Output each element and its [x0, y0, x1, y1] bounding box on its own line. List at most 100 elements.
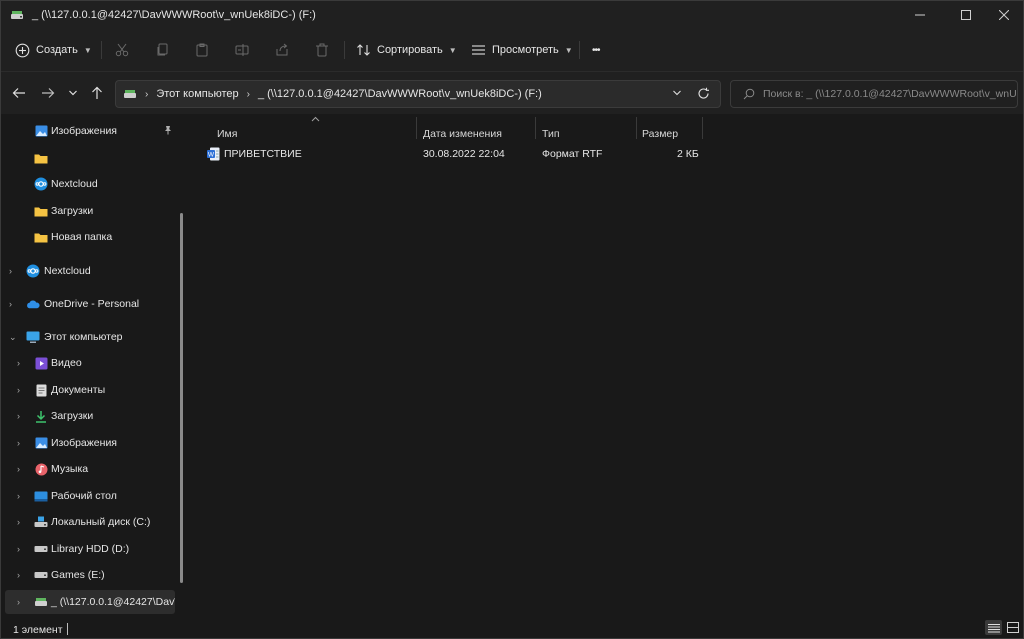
search-box[interactable]: Поиск в: _ (\\127.0.0.1@42427\DavWWWRoot… [730, 80, 1018, 108]
sidebar-item-documents[interactable]: › Документы [1, 378, 179, 402]
column-header-modified[interactable]: Дата изменения [423, 128, 502, 140]
sort-button[interactable]: Сортировать ▼ [356, 37, 457, 63]
nextcloud-icon [26, 264, 40, 278]
sidebar-item-this-pc[interactable]: ⌄ Этот компьютер [1, 325, 179, 349]
table-row[interactable]: W ПРИВЕТСТВИЕ 30.08.2022 22:04 Формат RT… [205, 144, 705, 164]
rtf-file-icon: W [207, 147, 220, 161]
column-divider[interactable] [636, 117, 637, 139]
svg-text:W: W [208, 152, 215, 159]
expand-chevron-icon[interactable]: › [17, 385, 27, 395]
view-button[interactable]: Просмотреть ▼ [471, 37, 573, 63]
network-drive-icon [34, 595, 48, 609]
sidebar-item-videos[interactable]: › Видео [1, 351, 179, 375]
breadcrumb-chevron-icon: › [145, 88, 149, 100]
item-count: 1 элемент [13, 624, 63, 636]
sidebar-item-desktop[interactable]: › Рабочий стол [1, 484, 179, 508]
expand-chevron-icon[interactable]: › [9, 299, 19, 309]
details-view-icon[interactable] [985, 620, 1002, 635]
back-arrow-icon[interactable] [10, 84, 28, 102]
sidebar-item-nextcloud[interactable]: › Nextcloud [1, 259, 179, 283]
column-header-type[interactable]: Тип [542, 128, 560, 140]
rename-icon[interactable] [231, 39, 253, 61]
column-divider[interactable] [416, 117, 417, 139]
status-divider [67, 623, 68, 635]
sidebar-item-downloads-pinned[interactable]: Загрузки [1, 199, 179, 223]
video-icon [34, 356, 48, 370]
toolbar-divider [344, 41, 345, 59]
explorer-window: _ (\\127.0.0.1@42427\DavWWWRoot\v_wnUek8… [0, 0, 1024, 639]
expand-chevron-icon[interactable]: › [17, 438, 27, 448]
column-header-size[interactable]: Размер [642, 128, 678, 140]
sidebar-item-pictures[interactable]: › Изображения [1, 431, 179, 455]
drive-icon [34, 568, 48, 582]
network-drive-icon [10, 10, 24, 20]
drive-icon [34, 515, 48, 529]
breadcrumb-current-drive[interactable]: _ (\\127.0.0.1@42427\DavWWWRoot\v_wnUek8… [258, 88, 542, 100]
collapse-chevron-icon[interactable]: ⌄ [9, 332, 19, 343]
sidebar-item-folder[interactable] [1, 146, 179, 170]
sort-label: Сортировать [377, 44, 443, 56]
minimize-icon[interactable] [897, 1, 943, 29]
address-dropdown-icon[interactable] [672, 88, 682, 98]
recent-locations-chevron-icon[interactable] [64, 84, 82, 102]
expand-chevron-icon[interactable]: › [17, 411, 27, 421]
pin-icon[interactable] [163, 125, 173, 135]
chevron-down-icon: ▼ [564, 45, 573, 55]
sidebar-item-label: Рабочий стол [51, 490, 117, 502]
onedrive-icon [26, 297, 40, 311]
sidebar-item-label: Загрузки [51, 410, 94, 422]
toolbar-divider [579, 41, 580, 59]
file-type: Формат RTF [542, 148, 603, 160]
expand-chevron-icon[interactable]: › [17, 544, 27, 554]
folder-icon [34, 230, 48, 244]
nextcloud-icon [34, 177, 48, 191]
delete-icon[interactable] [311, 39, 333, 61]
copy-icon[interactable] [152, 39, 174, 61]
close-icon[interactable] [981, 1, 1023, 29]
sidebar-item-onedrive[interactable]: › OneDrive - Personal [1, 292, 179, 316]
forward-arrow-icon[interactable] [39, 84, 57, 102]
refresh-icon[interactable] [694, 84, 712, 102]
column-divider[interactable] [535, 117, 536, 139]
share-icon[interactable] [271, 39, 293, 61]
expand-chevron-icon[interactable]: › [17, 597, 27, 607]
tiles-view-icon[interactable] [1004, 620, 1021, 635]
column-header-name[interactable]: Имя [217, 128, 237, 140]
file-size: 2 КБ [677, 148, 699, 160]
expand-chevron-icon[interactable]: › [9, 266, 19, 276]
expand-chevron-icon[interactable]: › [17, 464, 27, 474]
pictures-icon [34, 124, 48, 138]
sidebar-item-drive-d[interactable]: › Library HDD (D:) [1, 537, 179, 561]
sidebar-scrollbar[interactable] [180, 213, 183, 583]
cut-icon[interactable] [111, 39, 133, 61]
expand-chevron-icon[interactable]: › [17, 358, 27, 368]
expand-chevron-icon[interactable]: › [17, 491, 27, 501]
expand-chevron-icon[interactable]: › [17, 570, 27, 580]
create-label: Создать [36, 44, 78, 56]
sidebar-item-music[interactable]: › Музыка [1, 457, 179, 481]
paste-icon[interactable] [191, 39, 213, 61]
sidebar-item-nextcloud-pinned[interactable]: Nextcloud [1, 172, 179, 196]
sidebar-item-label: Nextcloud [44, 265, 91, 277]
sidebar-item-drive-c[interactable]: › Локальный диск (C:) [1, 510, 179, 534]
column-divider[interactable] [702, 117, 703, 139]
sidebar-item-drive-e[interactable]: › Games (E:) [1, 563, 179, 587]
sidebar-item-label: _ (\\127.0.0.1@42427\DavWWWRoot [51, 596, 175, 608]
sidebar-item-network-drive-f[interactable]: › _ (\\127.0.0.1@42427\DavWWWRoot [5, 590, 175, 614]
sidebar-item-downloads[interactable]: › Загрузки [1, 404, 179, 428]
more-options-button[interactable]: ••• [592, 37, 600, 63]
sidebar-item-new-folder[interactable]: Новая папка [1, 225, 179, 249]
search-icon [743, 88, 755, 100]
address-bar[interactable]: › Этот компьютер › _ (\\127.0.0.1@42427\… [115, 80, 721, 108]
sidebar-item-pictures-pinned[interactable]: Изображения [1, 119, 179, 143]
up-arrow-icon[interactable] [88, 84, 106, 102]
file-name: ПРИВЕТСТВИЕ [224, 148, 302, 160]
breadcrumb-this-pc[interactable]: Этот компьютер [156, 88, 238, 100]
expand-chevron-icon[interactable]: › [17, 517, 27, 527]
create-button[interactable]: Создать ▼ [15, 37, 92, 63]
window-title: _ (\\127.0.0.1@42427\DavWWWRoot\v_wnUek8… [32, 9, 316, 21]
sidebar-item-label: Видео [51, 357, 82, 369]
folder-icon [34, 151, 48, 165]
chevron-down-icon: ▼ [83, 45, 92, 55]
file-list: Имя Дата изменения Тип Размер W ПРИВЕТСТ… [191, 114, 1023, 616]
